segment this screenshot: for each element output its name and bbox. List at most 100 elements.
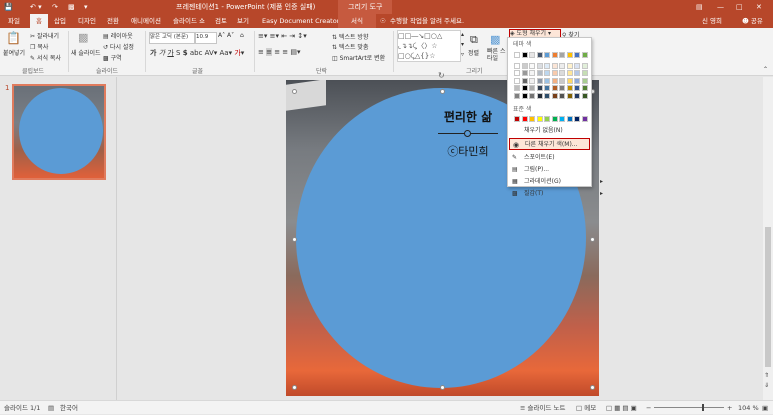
theme-color-swatch[interactable] — [544, 62, 550, 69]
arrange-button[interactable]: 정렬 — [468, 48, 479, 57]
minimize-icon[interactable]: — — [717, 0, 724, 14]
resize-handle[interactable] — [292, 89, 297, 94]
zoom-slider[interactable] — [654, 407, 724, 408]
theme-color-swatch[interactable] — [559, 92, 565, 99]
theme-color-swatch[interactable] — [566, 52, 573, 58]
tab-design[interactable]: 디자인 — [74, 14, 100, 28]
scroll-thumb[interactable] — [765, 227, 771, 367]
theme-color-swatch[interactable] — [536, 92, 543, 99]
zoom-out-icon[interactable]: − — [646, 401, 651, 415]
theme-color-swatch[interactable] — [514, 77, 520, 84]
comments-button[interactable]: □ 메모 — [576, 401, 596, 415]
redo-icon[interactable]: ↷ — [52, 0, 58, 14]
layout-button[interactable]: ▤ 레이아웃 — [103, 31, 133, 40]
new-slide-button[interactable]: 새 슬라이드 — [71, 48, 101, 57]
shapes-scroll[interactable]: ▴ ▾ ▿ — [461, 30, 464, 60]
theme-color-swatch[interactable] — [551, 77, 558, 84]
resize-handle[interactable] — [292, 237, 297, 242]
slide-title[interactable]: 편리한 삶 — [438, 108, 498, 125]
theme-color-swatch[interactable] — [544, 92, 550, 99]
fit-window-icon[interactable]: ▣ — [762, 401, 768, 415]
font-name-select[interactable]: 맑은 고딕 (본문) — [149, 32, 195, 44]
theme-color-swatch[interactable] — [581, 77, 588, 84]
collapse-ribbon-icon[interactable]: ⌃ — [763, 66, 768, 73]
quick-styles-button[interactable]: 빠른 스타일 — [487, 48, 507, 62]
theme-color-swatch[interactable] — [536, 52, 543, 58]
theme-color-swatch[interactable] — [514, 70, 520, 76]
theme-color-swatch[interactable] — [559, 85, 565, 91]
lightbulb-icon[interactable]: ☉ — [380, 14, 386, 28]
zoom-level[interactable]: 104 % — [738, 401, 759, 415]
resize-handle[interactable] — [292, 385, 297, 390]
zoom-in-icon[interactable]: + — [727, 401, 732, 415]
standard-color-swatch[interactable] — [529, 116, 535, 122]
ribbon-display-icon[interactable]: ▤ — [696, 0, 703, 14]
user-name[interactable]: 신 영희 — [702, 14, 722, 28]
resize-handle[interactable] — [440, 89, 445, 94]
maximize-icon[interactable]: □ — [736, 0, 743, 14]
theme-color-swatch[interactable] — [529, 52, 535, 58]
theme-color-swatch[interactable] — [581, 52, 588, 58]
customize-icon[interactable]: ▾ — [84, 0, 88, 14]
spellcheck-icon[interactable]: ▤ — [48, 401, 54, 415]
theme-color-swatch[interactable] — [574, 70, 580, 76]
theme-color-swatch[interactable] — [536, 62, 543, 69]
theme-color-swatch[interactable] — [551, 52, 558, 58]
align-text-button[interactable]: ⇅ 텍스트 맞춤 — [332, 42, 368, 51]
theme-color-swatch[interactable] — [574, 85, 580, 91]
theme-color-swatch[interactable] — [581, 85, 588, 91]
theme-color-swatch[interactable] — [581, 70, 588, 76]
align-buttons[interactable]: ≡ ≡ ≡ ≡ ▤▾ — [258, 48, 301, 56]
picture-fill-item[interactable]: ▤ 그림(P)... — [508, 164, 607, 176]
save-icon[interactable]: 💾 — [4, 0, 13, 14]
theme-color-swatch[interactable] — [559, 77, 565, 84]
reset-button[interactable]: ↺ 다시 설정 — [103, 42, 134, 51]
theme-color-swatch[interactable] — [566, 70, 573, 76]
undo-icon[interactable]: ↶ ▾ — [30, 0, 42, 14]
theme-color-swatch[interactable] — [529, 70, 535, 76]
quick-styles-icon[interactable]: ▩ — [490, 33, 500, 46]
theme-color-swatch[interactable] — [529, 77, 535, 84]
theme-color-swatch[interactable] — [536, 70, 543, 76]
tab-review[interactable]: 검토 — [212, 14, 230, 28]
theme-color-swatch[interactable] — [559, 70, 565, 76]
theme-color-swatch[interactable] — [529, 92, 535, 99]
theme-color-swatch[interactable] — [574, 52, 580, 58]
resize-handle[interactable] — [590, 385, 595, 390]
standard-color-swatch[interactable] — [581, 116, 588, 122]
theme-color-swatch[interactable] — [544, 77, 550, 84]
theme-color-swatch[interactable] — [521, 62, 528, 69]
tab-format[interactable]: 서식 — [338, 14, 376, 28]
theme-color-swatch[interactable] — [566, 85, 573, 91]
theme-color-swatch[interactable] — [521, 85, 528, 91]
theme-color-swatch[interactable] — [514, 62, 520, 69]
theme-color-swatch[interactable] — [574, 77, 580, 84]
theme-color-swatch[interactable] — [521, 77, 528, 84]
theme-color-swatch[interactable] — [521, 70, 528, 76]
standard-color-swatch[interactable] — [521, 116, 528, 122]
tab-home[interactable]: 홈 — [30, 14, 48, 28]
rotate-handle-icon[interactable]: ↻ — [438, 71, 445, 80]
theme-color-swatch[interactable] — [574, 92, 580, 99]
theme-color-swatch[interactable] — [566, 77, 573, 84]
tab-file[interactable]: 파일 — [2, 14, 26, 28]
tab-view[interactable]: 보기 — [234, 14, 252, 28]
gradient-item[interactable]: ▦ 그라데이션(G) ▸ — [508, 176, 607, 188]
theme-color-swatch[interactable] — [529, 62, 535, 69]
no-fill-item[interactable]: 채우기 없음(N) — [508, 125, 607, 137]
theme-color-swatch[interactable] — [544, 70, 550, 76]
theme-color-swatch[interactable] — [544, 85, 550, 91]
theme-color-swatch[interactable] — [514, 85, 520, 91]
smartart-button[interactable]: ◫ SmartArt로 변환 — [332, 53, 385, 62]
tab-transitions[interactable]: 전환 — [104, 14, 122, 28]
notes-button[interactable]: ≡ 슬라이드 노트 — [520, 401, 565, 415]
zoom-slider-thumb[interactable] — [702, 404, 704, 411]
standard-color-swatch[interactable] — [544, 116, 550, 122]
format-painter-button[interactable]: ✎ 서식 복사 — [30, 53, 61, 62]
arrange-icon[interactable]: ⧉ — [470, 33, 478, 47]
section-button[interactable]: ▩ 구역 — [103, 53, 122, 62]
cut-button[interactable]: ✂ 잘라내기 — [30, 31, 59, 40]
theme-color-swatch[interactable] — [514, 92, 520, 99]
tab-animations[interactable]: 애니메이션 — [126, 14, 166, 28]
standard-color-swatch[interactable] — [536, 116, 543, 122]
